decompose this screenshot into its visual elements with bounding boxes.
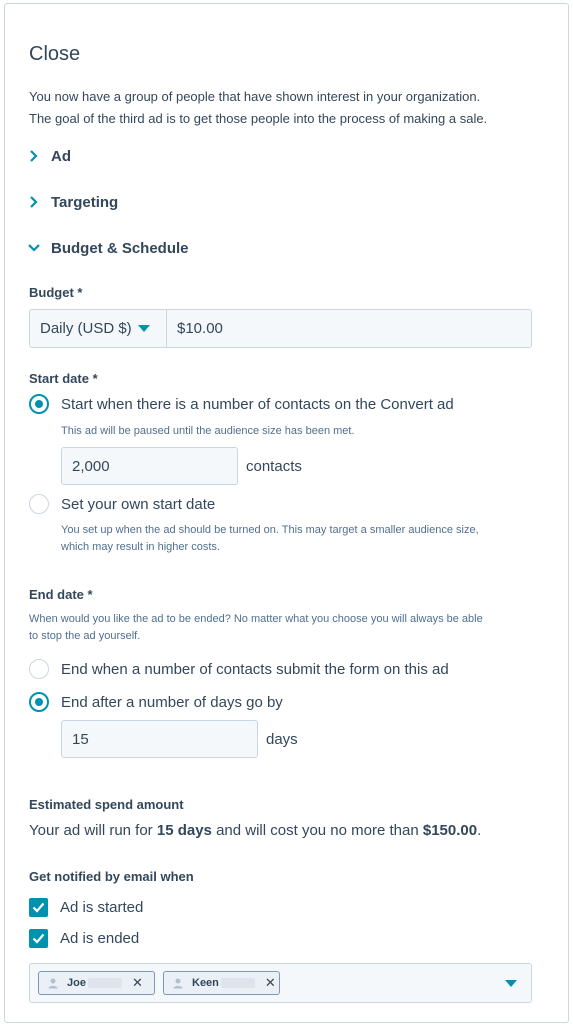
- caret-down-icon: [137, 325, 150, 332]
- section-label: Budget & Schedule: [51, 239, 189, 257]
- start-option-contacts-help: This ad will be paused until the audienc…: [61, 425, 355, 437]
- end-option-days[interactable]: End after a number of days go by: [29, 692, 283, 712]
- start-option-own-date-help: You set up when the ad should be turned …: [61, 522, 479, 556]
- notify-label: Get notified by email when: [29, 869, 194, 884]
- days-suffix: days: [266, 731, 298, 748]
- estimated-spend-label: Estimated spend amount: [29, 797, 184, 812]
- section-label: Targeting: [51, 193, 119, 211]
- section-toggle-budget-schedule[interactable]: Budget & Schedule: [27, 236, 189, 260]
- section-toggle-targeting[interactable]: Targeting: [27, 190, 118, 214]
- start-option-contacts[interactable]: Start when there is a number of contacts…: [29, 394, 454, 414]
- notify-ad-ended[interactable]: Ad is ended: [29, 929, 139, 948]
- estimate-text-mid: and will cost you no more than: [211, 822, 423, 839]
- chevron-right-icon: [27, 149, 41, 163]
- help-line-2: which may result in higher costs.: [61, 541, 220, 553]
- help-line-2: to stop the ad yourself.: [29, 630, 141, 642]
- radio-button[interactable]: [29, 659, 49, 679]
- estimate-days: 15 days: [156, 822, 212, 839]
- section-label: Ad: [51, 147, 71, 165]
- budget-field: Daily (USD $) $10.00: [29, 309, 532, 348]
- checkmark-icon: [32, 902, 45, 913]
- checkbox-label: Ad is started: [60, 899, 144, 916]
- notify-ad-started[interactable]: Ad is started: [29, 898, 143, 917]
- recipients-select[interactable]: Joe ✕ Keen ✕: [29, 963, 532, 1003]
- help-line-1: When would you like the ad to be ended? …: [29, 613, 483, 625]
- caret-down-icon[interactable]: [505, 980, 517, 987]
- radio-button[interactable]: [29, 494, 49, 514]
- radio-label: Set your own start date: [61, 495, 216, 513]
- budget-amount-value: $10.00: [177, 320, 223, 337]
- remove-tag-icon[interactable]: ✕: [265, 975, 276, 991]
- remove-tag-icon[interactable]: ✕: [132, 975, 143, 991]
- ad-settings-panel: Close You now have a group of people tha…: [4, 3, 569, 1023]
- intro-line-1: You now have a group of people that have…: [29, 89, 481, 104]
- estimate-amount: $150.00: [422, 822, 478, 839]
- checkmark-icon: [32, 933, 45, 944]
- checkbox-label: Ad is ended: [60, 930, 140, 947]
- intro-line-2: The goal of the third ad is to get those…: [29, 111, 488, 126]
- end-date-help: When would you like the ad to be ended? …: [29, 611, 483, 645]
- radio-label: Start when there is a number of contacts…: [61, 395, 454, 413]
- radio-label: End after a number of days go by: [61, 693, 283, 711]
- budget-period-dropdown[interactable]: Daily (USD $): [30, 310, 167, 347]
- recipient-name: Keen: [192, 977, 219, 989]
- radio-button-checked[interactable]: [29, 692, 49, 712]
- person-icon: [48, 978, 58, 989]
- end-date-label: End date *: [29, 587, 93, 602]
- section-toggle-ad[interactable]: Ad: [27, 144, 71, 168]
- chevron-down-icon: [27, 241, 41, 255]
- help-line-1: You set up when the ad should be turned …: [61, 524, 479, 536]
- start-option-own-date[interactable]: Set your own start date: [29, 494, 215, 514]
- days-count-value: 15: [72, 730, 89, 748]
- end-option-form-submissions[interactable]: End when a number of contacts submit the…: [29, 659, 449, 679]
- checkbox-checked[interactable]: [29, 929, 48, 948]
- intro-text: You now have a group of people that have…: [29, 86, 549, 130]
- redacted-text: [220, 978, 255, 988]
- recipient-tag: Joe ✕: [38, 971, 155, 995]
- radio-button-checked[interactable]: [29, 394, 49, 414]
- radio-label: End when a number of contacts submit the…: [61, 660, 449, 678]
- days-count-input[interactable]: 15: [61, 720, 258, 758]
- estimated-spend-text: Your ad will run for 15 days and will co…: [29, 822, 481, 839]
- estimate-text-prefix: Your ad will run for: [29, 822, 157, 839]
- checkbox-checked[interactable]: [29, 898, 48, 917]
- redacted-text: [87, 978, 122, 988]
- contacts-count-value: 2,000: [72, 457, 110, 475]
- contacts-count-input[interactable]: 2,000: [61, 447, 238, 485]
- recipient-name: Joe: [67, 977, 86, 989]
- chevron-right-icon: [27, 195, 41, 209]
- person-icon: [173, 978, 183, 989]
- start-date-label: Start date *: [29, 371, 98, 386]
- page-title: Close: [29, 43, 81, 65]
- budget-period-value: Daily (USD $): [40, 320, 132, 337]
- budget-amount-input[interactable]: $10.00: [167, 310, 531, 347]
- budget-label: Budget *: [29, 285, 83, 300]
- contacts-suffix: contacts: [246, 458, 302, 475]
- recipient-tag: Keen ✕: [163, 971, 280, 995]
- estimate-text-suffix: .: [477, 822, 482, 839]
